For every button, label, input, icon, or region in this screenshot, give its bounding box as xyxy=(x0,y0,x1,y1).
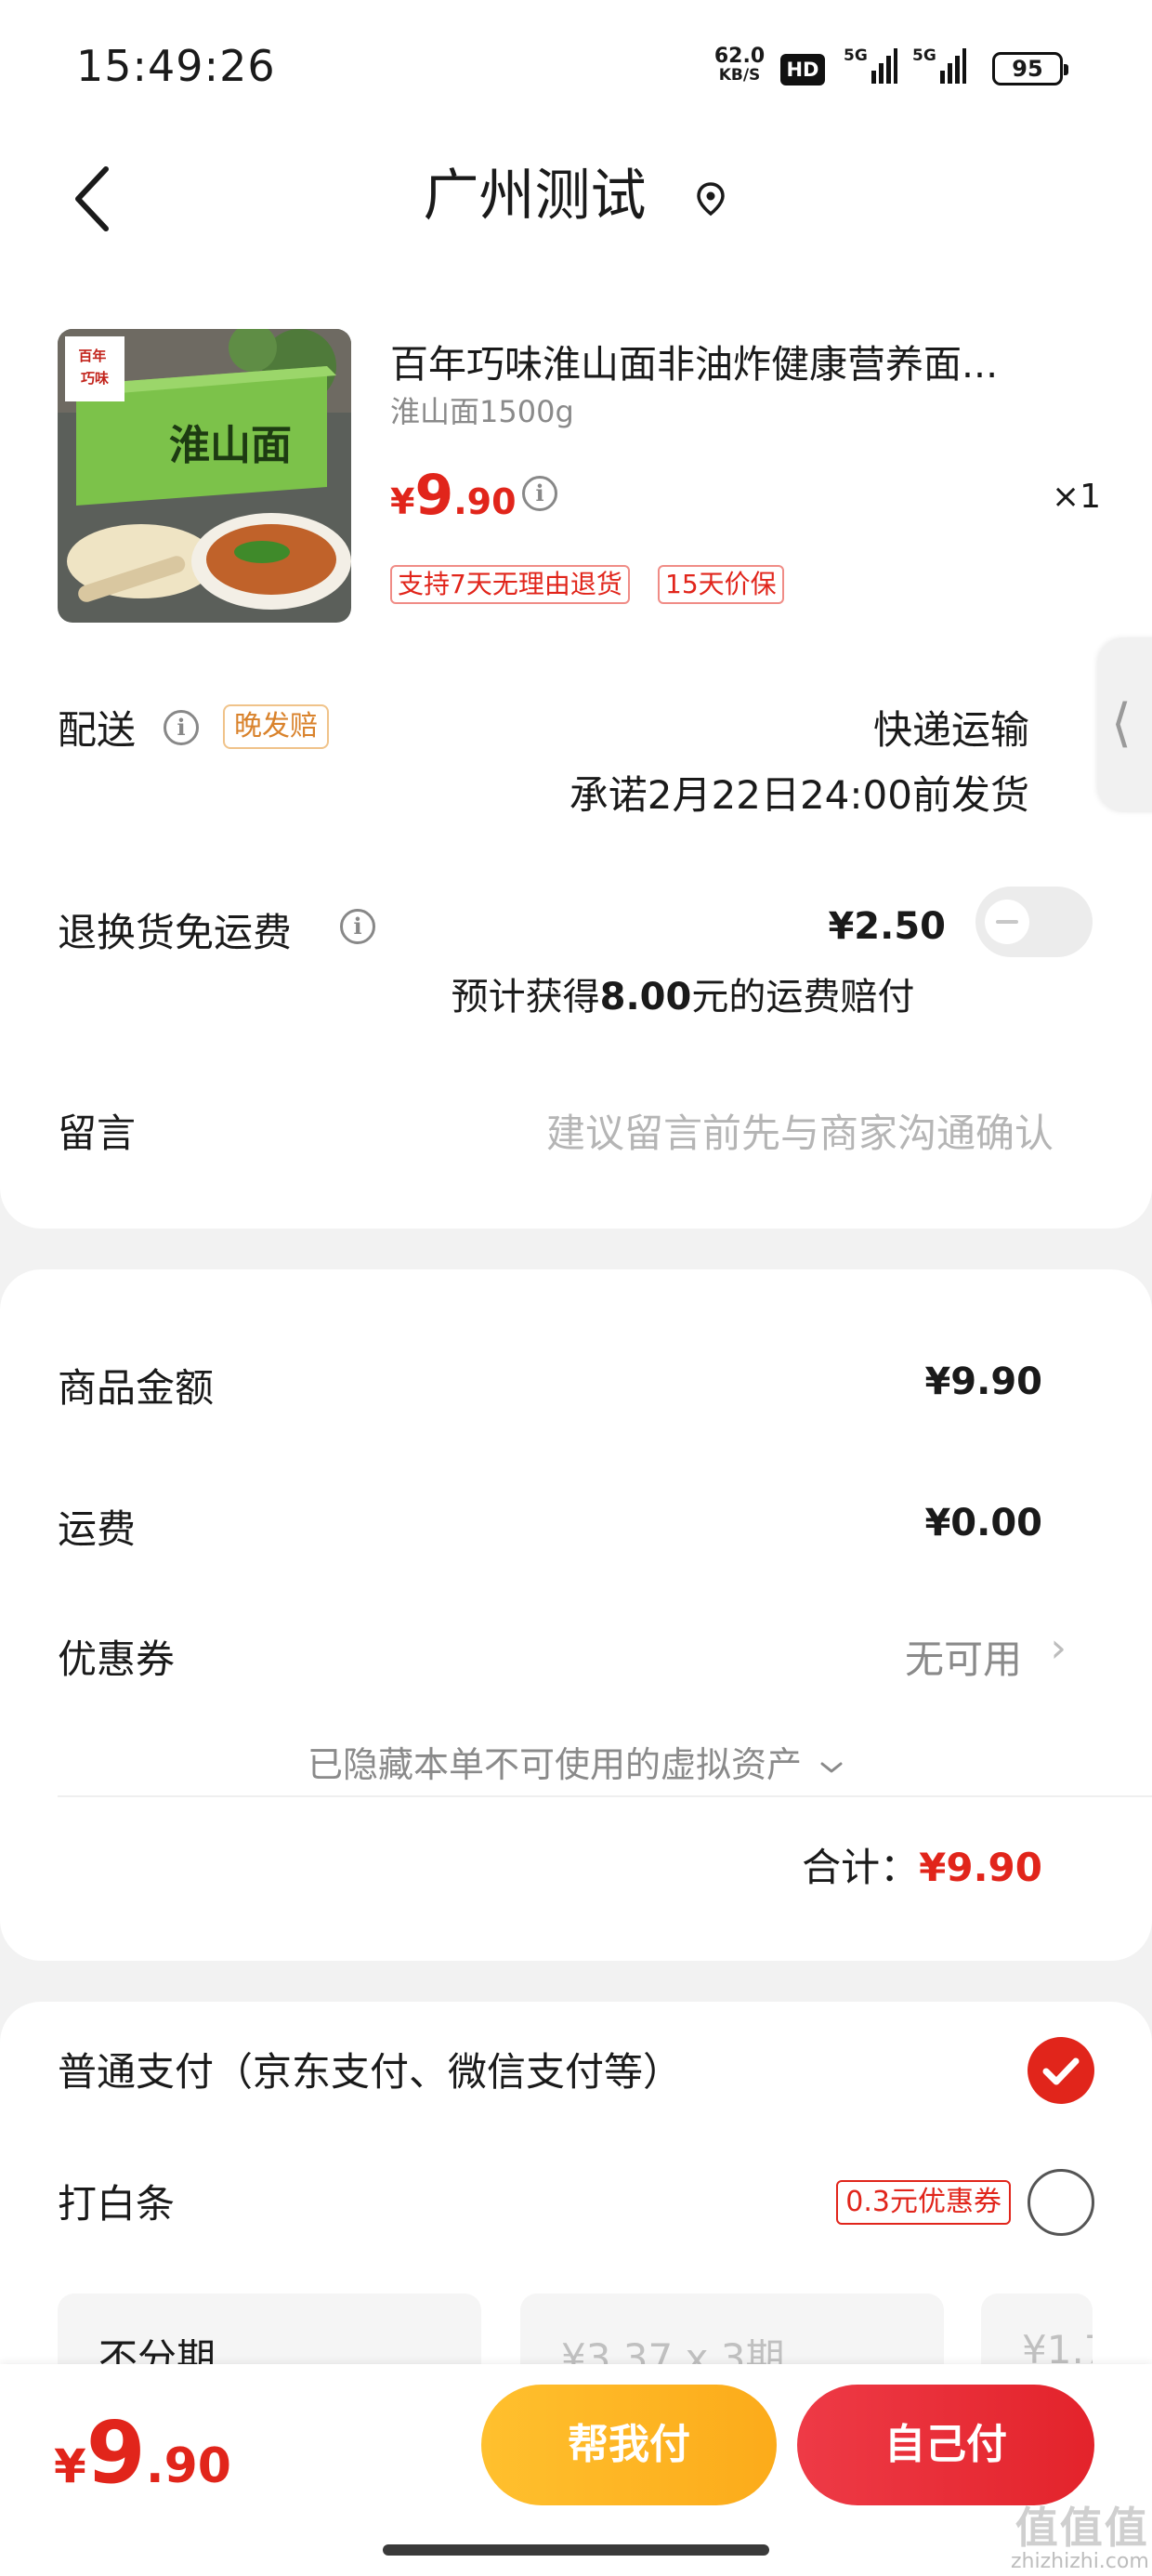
divider xyxy=(58,1795,1152,1797)
product-price-dec: .90 xyxy=(453,481,517,522)
return-freight-note-suffix: 元的运费赔付 xyxy=(691,976,915,1019)
product-image[interactable]: 淮山面 百年 巧味 xyxy=(58,329,351,623)
page-title[interactable]: 广州测试 xyxy=(0,151,1152,231)
side-drawer-handle[interactable]: ⟨ xyxy=(1098,637,1152,812)
baitiao-option[interactable]: 打白条 xyxy=(58,2173,175,2229)
help-me-pay-button[interactable]: 帮我付 xyxy=(481,2385,777,2505)
message-label: 留言 xyxy=(58,1111,137,1156)
watermark: 值值值 zhizhizhi.com xyxy=(1011,2505,1149,2574)
hidden-assets-text: 已隐藏本单不可使用的虚拟资产 xyxy=(307,1744,802,1785)
network-speed: 62.0 KB/S xyxy=(710,45,769,85)
baitiao-radio[interactable] xyxy=(1028,2169,1094,2236)
signal-bars-icon xyxy=(871,48,897,84)
return-freight-info-icon[interactable]: i xyxy=(340,909,375,944)
brand-line-2: 巧味 xyxy=(81,370,109,387)
goods-amount-label: 商品金额 xyxy=(58,1365,215,1411)
hidden-assets-toggle[interactable]: 已隐藏本单不可使用的虚拟资产 xyxy=(0,1736,1152,1787)
delivery-promise: 承诺2月22日24:00前发货 xyxy=(569,772,1029,818)
coupon-label: 优惠券 xyxy=(58,1636,176,1682)
normal-pay-radio[interactable] xyxy=(1028,2037,1094,2104)
freight-value: ¥0.00 xyxy=(924,1502,1042,1544)
product-price-symbol: ¥ xyxy=(390,481,415,522)
checkmark-icon xyxy=(1042,2057,1080,2085)
chevron-left-double-icon: ⟨ xyxy=(1111,693,1132,754)
product-title[interactable]: 百年巧味淮山面非油炸健康营养面... xyxy=(390,333,1059,388)
status-bar: 15:49:26 62.0 KB/S HD 5G 5G 95 xyxy=(0,0,1152,130)
toggle-knob xyxy=(985,900,1029,944)
product-price-int: 9 xyxy=(414,463,454,528)
price-protect-tag: 15天价保 xyxy=(658,565,784,604)
message-input[interactable]: 建议留言前先与商家沟通确认 xyxy=(546,1102,1054,1159)
box-label-text: 淮山面 xyxy=(169,422,292,469)
total-value: ¥9.90 xyxy=(919,1845,1042,1890)
pay-myself-button[interactable]: 自己付 xyxy=(797,2385,1094,2505)
home-indicator[interactable] xyxy=(383,2544,769,2556)
chevron-right-icon[interactable]: › xyxy=(1050,1624,1067,1672)
delivery-method[interactable]: 快递运输 xyxy=(873,699,1029,756)
brand-line-1: 百年 xyxy=(78,348,106,364)
network-speed-value: 62.0 xyxy=(713,45,766,68)
page-header: 广州测试 xyxy=(0,130,1152,288)
goods-amount-value: ¥9.90 xyxy=(924,1360,1042,1403)
price-info-icon[interactable]: i xyxy=(522,476,557,511)
product-spec: 淮山面1500g xyxy=(390,394,574,429)
page-title-text: 广州测试 xyxy=(423,164,647,229)
total-label: 合计： xyxy=(802,1845,920,1890)
return-freight-note-amount: 8.00 xyxy=(599,976,692,1019)
return-freight-label: 退换货免运费 xyxy=(58,910,293,955)
freight-label: 运费 xyxy=(58,1506,137,1552)
location-pin-icon xyxy=(696,182,725,217)
baitiao-coupon-tag: 0.3元优惠券 xyxy=(836,2180,1011,2225)
bottom-price-dec: .90 xyxy=(145,2438,231,2494)
delivery-info-icon[interactable]: i xyxy=(164,710,199,745)
bottom-price-int: 9 xyxy=(85,2403,146,2503)
watermark-logo: 值值值 xyxy=(1015,2503,1149,2553)
delivery-label: 配送 xyxy=(58,707,137,753)
return-policy-tag: 支持7天无理由退货 xyxy=(390,565,630,604)
network-speed-unit: KB/S xyxy=(718,66,761,85)
chevron-down-icon xyxy=(820,1762,843,1772)
watermark-url: zhizhizhi.com xyxy=(1011,2550,1149,2573)
order-total: 合计：¥9.90 xyxy=(802,1836,1042,1893)
signal-bars-2-icon xyxy=(940,48,966,84)
return-freight-toggle[interactable] xyxy=(975,887,1093,957)
return-freight-amount: ¥2.50 xyxy=(828,905,946,948)
return-freight-note: 预计获得8.00元的运费赔付 xyxy=(0,966,1152,1020)
battery-icon: 95 xyxy=(992,52,1068,85)
hd-voice-icon: HD xyxy=(780,54,825,85)
status-time: 15:49:26 xyxy=(76,41,276,91)
normal-pay-option[interactable]: 普通支付（京东支付、微信支付等） xyxy=(58,2041,682,2097)
late-compensation-tag: 晚发赔 xyxy=(223,704,329,749)
product-photo: 淮山面 百年 巧味 xyxy=(58,329,351,623)
product-price: ¥9.90 xyxy=(390,463,517,528)
bottom-price-symbol: ¥ xyxy=(54,2439,86,2493)
coupon-value[interactable]: 无可用 xyxy=(905,1628,1022,1685)
return-freight-note-prefix: 预计获得 xyxy=(451,976,600,1019)
product-quantity: ×1 xyxy=(1052,478,1102,516)
bottom-total-price: ¥9.90 xyxy=(54,2403,231,2503)
